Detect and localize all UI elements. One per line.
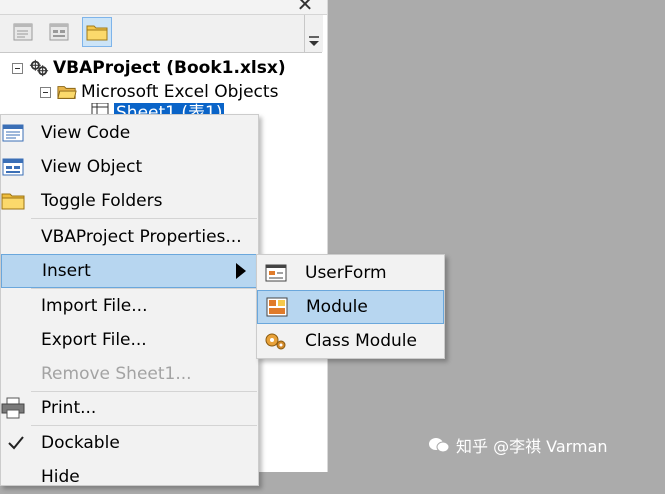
submenu-item-class-module[interactable]: Class Module [257, 324, 444, 358]
view-code-icon [1, 121, 25, 145]
tree-node-vbaproject[interactable]: VBAProject (Book1.xlsx) [12, 57, 286, 79]
menu-item-hide[interactable]: Hide [1, 460, 258, 494]
project-root-label: VBAProject (Book1.xlsx) [53, 58, 286, 78]
menu-item-label: Toggle Folders [41, 191, 163, 211]
open-folder-icon [57, 83, 77, 101]
project-context-menu: View Code View Object Toggle Folders VBA… [0, 114, 259, 487]
menu-item-label: Remove Sheet1... [41, 364, 192, 384]
printer-icon [1, 396, 25, 420]
folder-icon [86, 25, 108, 41]
module-icon [264, 295, 290, 319]
menu-item-label: View Object [41, 157, 143, 177]
class-module-icon [263, 329, 289, 353]
menu-item-toggle-folders[interactable]: Toggle Folders [1, 184, 258, 218]
menu-item-view-code[interactable]: View Code [1, 116, 258, 150]
toggle-folders-button[interactable] [82, 17, 112, 47]
submenu-item-module[interactable]: Module [257, 290, 444, 324]
folder-icon [1, 189, 25, 213]
submenu-item-label: Class Module [305, 331, 417, 351]
watermark-text: 知乎 @李祺 Varman [456, 437, 608, 456]
menu-item-label: View Code [41, 123, 131, 143]
menu-item-label: Export File... [41, 330, 147, 350]
menu-item-label: Insert [42, 261, 91, 281]
submenu-item-label: UserForm [305, 263, 387, 283]
pane-title-bar: ✕ [0, 0, 327, 15]
view-object-button[interactable] [44, 17, 74, 47]
menu-item-label: Hide [41, 467, 80, 487]
folder-label: Microsoft Excel Objects [81, 82, 279, 102]
wechat-logo-icon [429, 438, 450, 453]
menu-item-label: Import File... [41, 296, 148, 316]
menu-separator [31, 218, 257, 219]
menu-item-view-object[interactable]: View Object [1, 150, 258, 184]
collapse-icon[interactable] [40, 86, 51, 98]
collapse-icon[interactable] [12, 62, 23, 74]
watermark: 知乎 @李祺 Varman [428, 433, 608, 457]
menu-item-insert[interactable]: Insert [1, 254, 258, 288]
menu-item-export-file[interactable]: Export File... [1, 323, 258, 357]
menu-item-label: Print... [41, 398, 97, 418]
submenu-arrow-icon [236, 263, 246, 279]
menu-item-label: Dockable [41, 433, 120, 453]
submenu-item-label: Module [306, 297, 368, 317]
tree-node-excel-objects[interactable]: Microsoft Excel Objects [40, 81, 278, 103]
submenu-item-userform[interactable]: UserForm [257, 256, 444, 290]
vba-project-icon [29, 59, 49, 77]
menu-item-label: VBAProject Properties... [41, 227, 242, 247]
menu-item-import-file[interactable]: Import File... [1, 289, 258, 323]
chevron-down-icon [309, 36, 319, 46]
menu-item-project-properties[interactable]: VBAProject Properties... [1, 220, 258, 254]
view-code-button[interactable] [8, 17, 38, 47]
checkmark-icon [4, 431, 28, 455]
menu-item-print[interactable]: Print... [1, 391, 258, 425]
insert-submenu: UserForm Module Class Module [256, 254, 445, 359]
view-code-icon [13, 23, 33, 41]
view-object-icon [49, 23, 69, 41]
menu-item-remove-sheet: Remove Sheet1... [1, 357, 258, 391]
menu-item-dockable[interactable]: Dockable [1, 426, 258, 460]
view-object-icon [1, 155, 25, 179]
toolbar-overflow-button[interactable] [304, 15, 323, 52]
close-icon[interactable]: ✕ [292, 0, 318, 14]
project-toolbar [0, 15, 323, 53]
userform-icon [263, 261, 289, 285]
